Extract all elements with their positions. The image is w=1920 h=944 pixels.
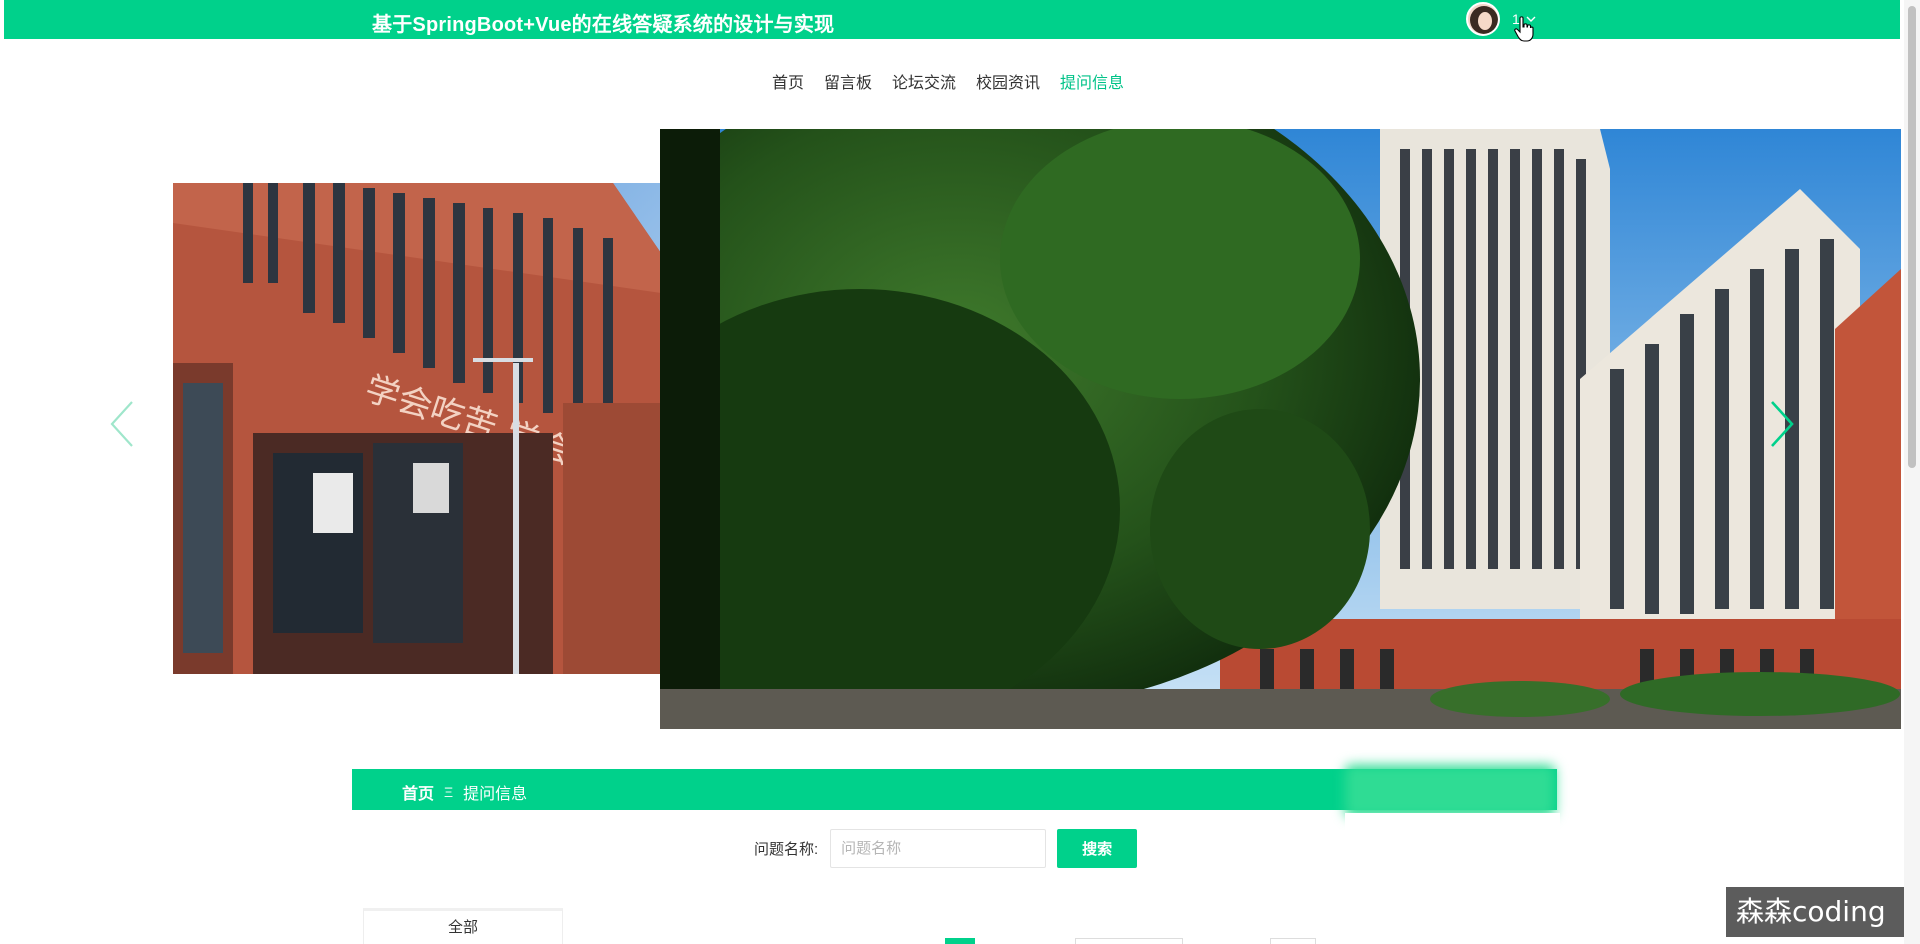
image-carousel: 学会吃苦 学会做人 [0,128,1920,730]
scrollbar-thumb[interactable] [1908,6,1916,468]
search-form: 问题名称: 搜索 [754,829,1138,868]
nav-item-home[interactable]: 首页 [762,72,814,96]
pagination-active-indicator [945,938,975,944]
pagination-box [1075,938,1183,944]
search-button[interactable]: 搜索 [1057,829,1138,868]
search-input[interactable] [830,829,1047,868]
top-header-bar: 基于SpringBoot+Vue的在线答疑系统的设计与实现 1 [4,0,1900,39]
watermark: 森森coding [1726,887,1910,937]
nav-item-forum[interactable]: 论坛交流 [882,72,966,96]
search-label: 问题名称: [754,841,819,858]
main-nav: 首页 留言板 论坛交流 校园资讯 提问信息 [0,72,1920,96]
chevron-left-icon[interactable] [108,398,138,450]
category-tab-all[interactable]: 全部 [363,908,563,944]
carousel-slide-current[interactable] [660,129,1901,729]
blurred-overlay [1345,765,1555,817]
nav-item-questions[interactable]: 提问信息 [1050,72,1134,96]
breadcrumb-current: 提问信息 [463,786,528,803]
scrollbar[interactable] [1904,0,1920,944]
carousel-slide-prev[interactable]: 学会吃苦 学会做人 [173,183,661,674]
breadcrumb-home[interactable]: 首页 [402,780,434,804]
pagination-box [1270,938,1316,944]
nav-item-message-board[interactable]: 留言板 [814,72,882,96]
overlay-background [1345,813,1560,843]
breadcrumb-separator: Ξ [444,784,454,800]
hand-pointer-icon [1514,16,1534,42]
chevron-right-icon[interactable] [1766,398,1796,450]
site-title: 基于SpringBoot+Vue的在线答疑系统的设计与实现 [372,14,835,36]
avatar[interactable] [1466,2,1500,36]
nav-item-campus-news[interactable]: 校园资讯 [966,72,1050,96]
